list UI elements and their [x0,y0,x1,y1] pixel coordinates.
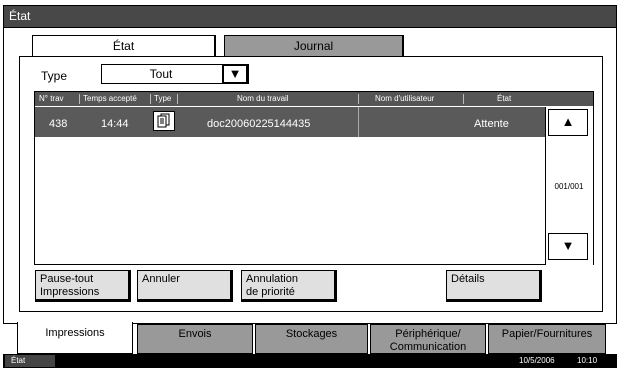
type-label: Type [41,69,68,83]
tab-envois[interactable]: Envois [137,324,253,354]
priority-override-button[interactable]: Annulation de priorité [241,270,337,302]
type-dropdown[interactable]: Tout ▼ [101,64,249,84]
header-time: Temps accepté [83,94,137,103]
header-divider [358,94,359,104]
window-title: État [9,9,31,23]
scroll-down-button[interactable]: ▼ [548,233,588,260]
tab-impressions[interactable]: Impressions [17,322,133,354]
details-button[interactable]: Détails [446,270,542,302]
status-label: État [11,356,26,365]
header-divider [79,94,80,104]
tab-etat[interactable]: État [32,35,216,58]
cell-status: Attente [474,118,509,130]
tab-papier-fournitures[interactable]: Papier/Fournitures [488,324,606,354]
cell-job-name: doc20060225144435 [207,118,311,130]
title-bar: État [3,5,617,28]
cell-time: 14:44 [101,118,129,130]
chevron-down-icon[interactable]: ▼ [222,64,248,84]
header-divider [177,94,178,104]
status-time: 10:10 [577,356,598,365]
header-job-name: Nom du travail [237,94,289,103]
type-dropdown-value: Tout [149,67,173,81]
document-icon [153,111,175,131]
header-divider [150,94,151,104]
scroll-up-button[interactable]: ▲ [548,109,588,136]
header-user-name: Nom d'utilisateur [375,94,435,103]
cell-job-no: 438 [49,118,68,130]
page-counter: 001/001 [554,182,584,191]
header-type: Type [154,94,172,103]
pause-all-prints-button[interactable]: Pause-tout Impressions [35,270,131,302]
row-divider [358,107,359,137]
header-divider [463,94,464,104]
tab-stockages[interactable]: Stockages [255,324,368,354]
cancel-button[interactable]: Annuler [137,270,233,302]
header-job-no: N° trav [39,94,64,103]
status-date: 10/5/2006 [519,356,555,365]
tab-journal[interactable]: Journal [224,35,404,56]
tab-peripherique-communication[interactable]: Périphérique/ Communication [370,324,486,354]
header-status: État [497,94,512,103]
